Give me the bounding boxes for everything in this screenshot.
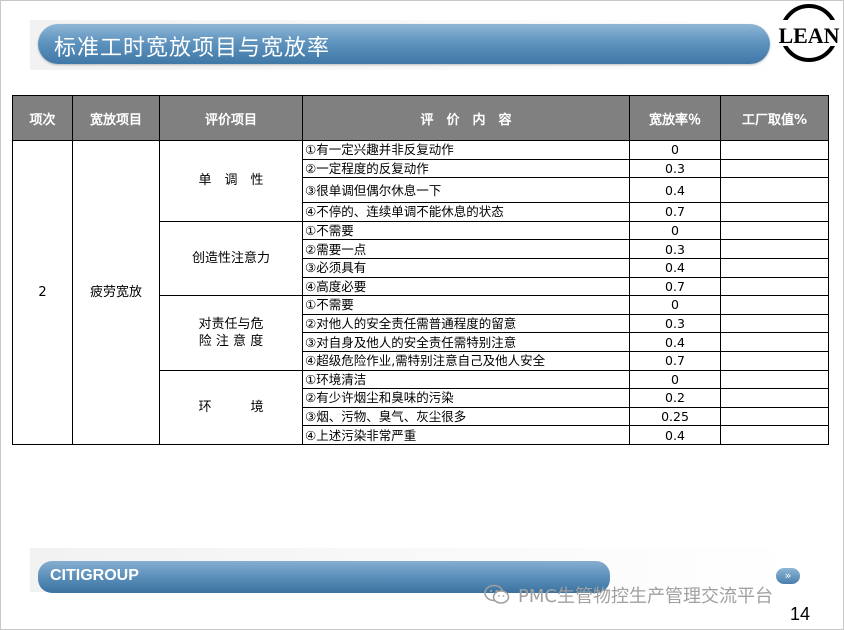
factory-value xyxy=(720,388,829,408)
next-slide-button[interactable]: » xyxy=(776,568,800,584)
table-header-row: 项次 宽放项目 评价项目 评 价 内 容 宽放率％ 工厂取值% xyxy=(12,95,829,141)
watermark-text: PMC生管物控生产管理交流平台 xyxy=(518,586,773,607)
evaluation-content: ①有一定兴趣并非反复动作 xyxy=(302,140,630,160)
evaluation-content: ④高度必要 xyxy=(302,276,630,297)
factory-value xyxy=(720,140,829,160)
allowance-rate: 0.7 xyxy=(629,350,721,371)
allowance-rate: 0 xyxy=(629,140,721,160)
factory-value xyxy=(720,295,829,315)
header-factory-value: 工厂取值% xyxy=(720,95,829,141)
title-banner: 标准工时宽放项目与宽放率 xyxy=(38,24,770,64)
evaluation-content: ①不需要 xyxy=(302,220,630,241)
allowance-rate: 0.25 xyxy=(629,406,721,427)
factory-value xyxy=(720,406,829,427)
factory-value xyxy=(720,313,829,334)
evaluation-content: ④不停的、连续单调不能休息的状态 xyxy=(302,202,630,222)
allowance-rate: 0.7 xyxy=(629,202,721,222)
header-allowance-item: 宽放项目 xyxy=(72,95,160,141)
evaluation-content: ③对自身及他人的安全责任需特别注意 xyxy=(302,332,630,352)
header-evaluation-content: 评 价 内 容 xyxy=(302,95,630,141)
factory-value xyxy=(720,276,829,297)
allowance-rate: 0.2 xyxy=(629,388,721,408)
header-allowance-rate: 宽放率％ xyxy=(629,95,721,141)
allowance-item-name: 疲劳宽放 xyxy=(72,140,160,445)
allowance-rate: 0.3 xyxy=(629,313,721,334)
evaluation-content: ③必须具有 xyxy=(302,257,630,278)
evaluation-content: ③很单调但偶尔休息一下 xyxy=(302,177,630,204)
evaluation-item-line1: 对责任与危 xyxy=(198,316,264,332)
allowance-rate: 0 xyxy=(629,220,721,241)
factory-value xyxy=(720,177,829,204)
evaluation-item-line2: 险 注 意 度 xyxy=(198,333,264,349)
lean-logo: LEAN xyxy=(778,4,840,62)
factory-value xyxy=(720,220,829,241)
evaluation-item-monotony: 单 调 性 xyxy=(159,140,303,222)
factory-value xyxy=(720,257,829,278)
evaluation-content: ①不需要 xyxy=(302,295,630,315)
evaluation-content: ③烟、污物、臭气、灰尘很多 xyxy=(302,406,630,427)
evaluation-content: ④超级危险作业,需特别注意自己及他人安全 xyxy=(302,350,630,371)
factory-value xyxy=(720,425,829,445)
allowance-rate: 0.4 xyxy=(629,177,721,204)
item-number: 2 xyxy=(12,140,73,445)
evaluation-content: ①环境清洁 xyxy=(302,369,630,390)
factory-value xyxy=(720,350,829,371)
evaluation-item-creative-attention: 创造性注意力 xyxy=(159,220,303,297)
evaluation-content: ②有少许烟尘和臭味的污染 xyxy=(302,388,630,408)
evaluation-item-responsibility-danger: 对责任与危 险 注 意 度 xyxy=(159,295,303,371)
evaluation-content: ②需要一点 xyxy=(302,239,630,259)
factory-value xyxy=(720,202,829,222)
allowance-rate: 0.3 xyxy=(629,158,721,179)
factory-value xyxy=(720,239,829,259)
allowance-rate: 0.7 xyxy=(629,276,721,297)
allowance-rate: 0.3 xyxy=(629,239,721,259)
allowance-rate: 0.4 xyxy=(629,425,721,445)
wechat-icon xyxy=(484,584,510,604)
slide-title: 标准工时宽放项目与宽放率 xyxy=(54,36,331,61)
factory-value xyxy=(720,332,829,352)
allowance-rate: 0 xyxy=(629,295,721,315)
evaluation-content: ④上述污染非常严重 xyxy=(302,425,630,445)
evaluation-item-environment: 环 境 xyxy=(159,369,303,445)
header-evaluation-item: 评价项目 xyxy=(159,95,303,141)
evaluation-content: ②对他人的安全责任需普通程度的留意 xyxy=(302,313,630,334)
allowance-rate: 0 xyxy=(629,369,721,390)
evaluation-content: ②一定程度的反复动作 xyxy=(302,158,630,179)
page-number: 14 xyxy=(790,604,811,624)
header-item-no: 项次 xyxy=(12,95,73,141)
allowance-rate: 0.4 xyxy=(629,332,721,352)
factory-value xyxy=(720,369,829,390)
allowance-rate: 0.4 xyxy=(629,257,721,278)
table-row: 2 疲劳宽放 单 调 性 ①有一定兴趣并非反复动作 0 xyxy=(12,140,829,445)
logo-text: LEAN xyxy=(778,23,839,48)
allowance-table: 项次 宽放项目 评价项目 评 价 内 容 宽放率％ 工厂取值% 2 疲劳宽放 单… xyxy=(12,95,829,445)
footer-label: CITIGROUP xyxy=(50,567,139,584)
factory-value xyxy=(720,158,829,179)
